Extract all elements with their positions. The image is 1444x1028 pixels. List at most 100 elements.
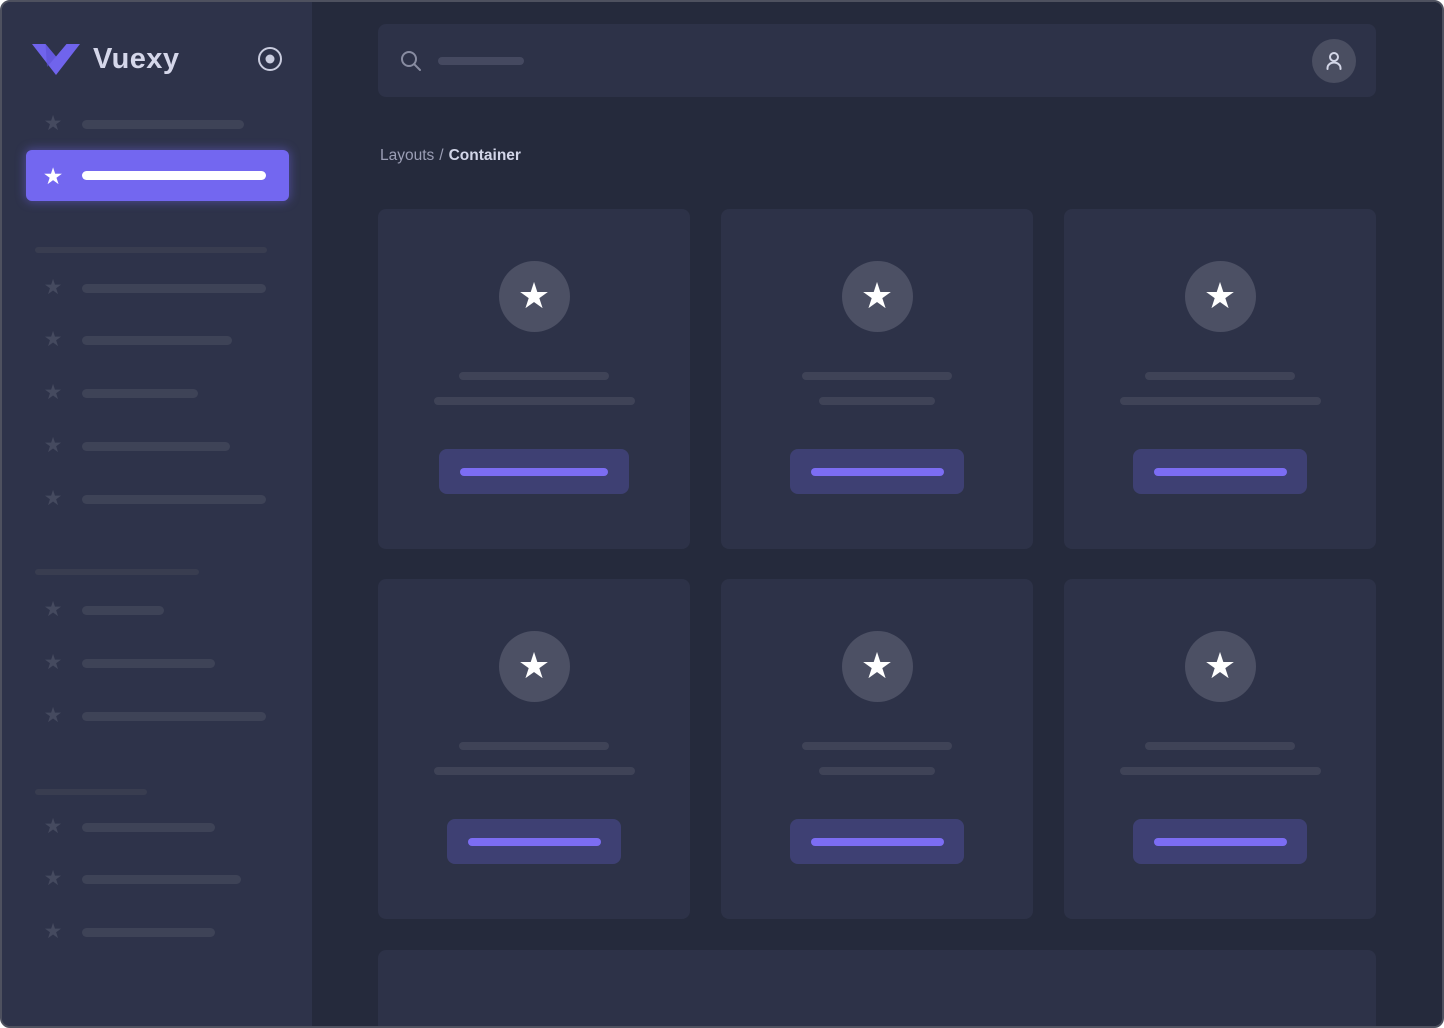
- sidebar-item[interactable]: ★: [42, 113, 244, 135]
- card-button[interactable]: [790, 449, 964, 494]
- skeleton-bar: [82, 388, 198, 398]
- star-icon: ★: [43, 920, 63, 943]
- skeleton-bar: [82, 605, 164, 615]
- breadcrumb-link-layouts[interactable]: Layouts: [380, 147, 434, 164]
- skeleton-bar: [82, 494, 266, 504]
- main-content: Layouts / Container ★ ★ ★ ★ ★ ★: [312, 2, 1442, 1026]
- card-button[interactable]: [439, 449, 629, 494]
- skeleton-bar: [819, 767, 935, 775]
- card-avatar: ★: [498, 631, 570, 702]
- card-avatar: ★: [1184, 631, 1256, 702]
- skeleton-bar: [1119, 767, 1321, 775]
- footer-card: ♥: [378, 950, 1376, 1026]
- menu-pin-toggle[interactable]: [257, 46, 283, 72]
- button-label-bar: [810, 467, 944, 476]
- skeleton-bar: [433, 397, 635, 405]
- sidebar-item[interactable]: ★: [42, 868, 241, 890]
- card-avatar: ★: [841, 261, 913, 332]
- skeleton-bar: [802, 742, 952, 750]
- star-icon: ★: [43, 704, 63, 727]
- card-avatar: ★: [498, 261, 570, 332]
- button-label-bar: [1153, 467, 1287, 476]
- button-label-bar: [810, 837, 944, 846]
- search-placeholder-bar: [438, 56, 524, 65]
- breadcrumb-separator: /: [439, 147, 444, 164]
- skeleton-bar: [82, 711, 266, 721]
- sidebar: Vuexy ★ ★ ★ ★ ★ ★ ★ ★ ★ ★ ★ ★ ★: [2, 2, 312, 1026]
- skeleton-bar: [82, 335, 232, 345]
- card-button[interactable]: [1133, 449, 1307, 494]
- skeleton-bar: [459, 372, 609, 380]
- card: ★: [721, 579, 1033, 919]
- radio-dot-icon: [258, 47, 282, 71]
- card-avatar: ★: [841, 631, 913, 702]
- skeleton-bar: [82, 822, 215, 832]
- star-icon: ★: [43, 381, 63, 404]
- search-bar[interactable]: [378, 24, 1376, 97]
- star-icon: ★: [1203, 644, 1237, 686]
- skeleton-bar: [433, 767, 635, 775]
- star-icon: ★: [43, 598, 63, 621]
- skeleton-bar: [1119, 397, 1321, 405]
- card: ★: [721, 209, 1033, 549]
- skeleton-bar: [82, 874, 241, 884]
- card-button[interactable]: [447, 819, 621, 864]
- sidebar-item[interactable]: ★: [42, 435, 230, 457]
- user-icon: [1326, 51, 1342, 70]
- sidebar-item[interactable]: ★: [42, 599, 164, 621]
- star-icon: ★: [1203, 274, 1237, 316]
- sidebar-item[interactable]: ★: [42, 382, 198, 404]
- breadcrumb-current: Container: [448, 147, 521, 164]
- brand[interactable]: Vuexy: [32, 36, 283, 82]
- card: ★: [1064, 209, 1376, 549]
- skeleton-bar: [1145, 742, 1295, 750]
- star-icon: ★: [43, 487, 63, 510]
- skeleton-bar: [82, 927, 215, 937]
- sidebar-item[interactable]: ★: [42, 488, 266, 510]
- sidebar-item[interactable]: ★: [42, 652, 215, 674]
- skeleton-bar: [82, 283, 266, 293]
- card-button[interactable]: [790, 819, 964, 864]
- button-label-bar: [460, 467, 608, 476]
- star-icon: ★: [43, 276, 63, 299]
- user-avatar[interactable]: [1312, 38, 1356, 83]
- skeleton-bar: [82, 119, 244, 129]
- star-icon: ★: [42, 162, 64, 189]
- card: ★: [378, 579, 690, 919]
- sidebar-item[interactable]: ★: [42, 921, 215, 943]
- card-button[interactable]: [1133, 819, 1307, 864]
- sidebar-section-header: [35, 569, 199, 575]
- search-icon: [401, 50, 421, 71]
- sidebar-item-active[interactable]: ★: [26, 150, 289, 201]
- sidebar-section-header: [35, 789, 147, 795]
- skeleton-bar: [819, 397, 935, 405]
- star-icon: ★: [43, 328, 63, 351]
- card: ★: [1064, 579, 1376, 919]
- star-icon: ★: [43, 112, 63, 135]
- star-icon: ★: [43, 651, 63, 674]
- app-window: Vuexy ★ ★ ★ ★ ★ ★ ★ ★ ★ ★ ★ ★ ★ Layouts …: [0, 0, 1444, 1028]
- button-label-bar: [1153, 837, 1287, 846]
- star-icon: ★: [43, 434, 63, 457]
- skeleton-bar: [802, 372, 952, 380]
- card: ★: [378, 209, 690, 549]
- cards-grid: ★ ★ ★ ★ ★ ★: [378, 209, 1376, 919]
- star-icon: ★: [517, 274, 551, 316]
- breadcrumb: Layouts / Container: [380, 147, 521, 164]
- star-icon: ★: [517, 644, 551, 686]
- skeleton-bar: [82, 441, 230, 451]
- card-avatar: ★: [1184, 261, 1256, 332]
- skeleton-bar: [459, 742, 609, 750]
- sidebar-item[interactable]: ★: [42, 816, 215, 838]
- brand-title: Vuexy: [93, 42, 180, 75]
- vuexy-logo-icon: [32, 43, 80, 75]
- skeleton-bar: [1145, 372, 1295, 380]
- sidebar-item[interactable]: ★: [42, 705, 266, 727]
- star-icon: ★: [43, 867, 63, 890]
- star-icon: ★: [43, 815, 63, 838]
- star-icon: ★: [860, 274, 894, 316]
- skeleton-bar: [82, 658, 215, 668]
- sidebar-item[interactable]: ★: [42, 277, 266, 299]
- sidebar-section-header: [35, 247, 267, 253]
- sidebar-item[interactable]: ★: [42, 329, 232, 351]
